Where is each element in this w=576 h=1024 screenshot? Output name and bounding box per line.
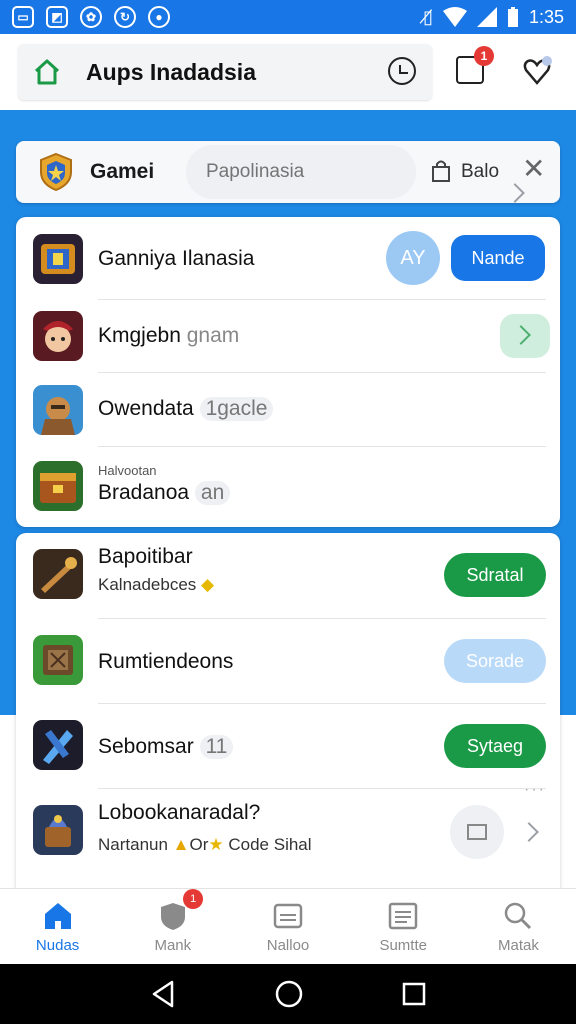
list-item-desc: Nartanun ▲Or★ Code Sihal [98,835,312,854]
warning-icon: ▲ [172,835,190,854]
favorite-icon[interactable] [522,56,552,86]
install-button[interactable]: Sdratal [444,553,546,597]
search-input[interactable] [186,145,416,199]
list-item-title: Bradanoa an [98,481,231,505]
signal-icon [476,7,497,27]
search-icon [505,902,532,930]
avatar[interactable]: AY [386,231,440,285]
list-item-desc: Kalnadebces ◆ [98,575,215,594]
recents-icon[interactable] [402,982,426,1006]
vibrate-icon: ▯̸ [423,6,433,27]
star-icon: ◆ [201,575,215,594]
download-button[interactable] [450,805,504,859]
battery-icon [507,7,518,27]
app-list-card: Bapoitibar Kalnadebces ◆ Sdratal Rumtien… [16,533,560,893]
game-app-icon [33,805,83,855]
app-bar: Aups Inadadsia [0,34,576,110]
nav-item-mank[interactable]: 1 Mank [115,889,230,964]
system-nav-bar [0,964,576,1024]
card-icon [273,903,303,929]
download-icon [467,824,487,840]
nav-label: Nalloo [266,937,310,954]
game-shield-icon [40,152,72,192]
list-item[interactable]: Lobookanaradal? Nartanun ▲Or★ Code Sihal [16,789,560,873]
game-app-icon [33,385,83,435]
bag-icon[interactable] [430,159,452,183]
list-item[interactable]: Kmgjebn gnam [16,300,560,372]
bag-label[interactable]: Balo [461,161,499,183]
notification-button[interactable]: 1 [456,46,494,84]
game-app-icon [33,549,83,599]
list-item[interactable]: Ganniya Ilanasia AY Nande [16,217,560,299]
nav-label: Matak [497,937,539,954]
chevron-right-icon[interactable] [519,822,539,842]
list-item-title: Owendata 1gacle [98,397,274,421]
star-icon: ★ [208,835,224,854]
back-icon[interactable] [150,980,176,1008]
list-item-title: Rumtiendeons [98,650,234,673]
title-box: Aups Inadadsia [18,44,432,100]
install-button-disabled[interactable]: Sorade [444,639,546,683]
nav-item-matak[interactable]: Matak [461,889,576,964]
nav-label: Mank [154,937,192,954]
category-label: Gamei [90,160,155,183]
list-item[interactable]: Owendata 1gacle [16,183,560,447]
list-item[interactable]: Halvootan Bradanoa an [16,447,560,527]
home-circle-icon[interactable] [275,980,303,1008]
game-app-icon [33,234,83,284]
nav-item-sumtte[interactable]: Sumtte [346,889,461,964]
home-icon[interactable] [32,57,62,87]
game-app-icon [33,635,83,685]
list-item-title: Sebomsar 11 [98,735,234,759]
wifi-icon [442,7,467,27]
list-item[interactable]: Sebomsar 11 Sytaeg [16,704,560,788]
app-title: Aups Inadadsia [86,58,256,85]
nav-label: Nudas [35,937,80,954]
chat-icon: ● [148,6,170,28]
nav-item-home[interactable]: Nudas [0,889,115,964]
nav-label: Sumtte [379,937,427,954]
list-item-title: Bapoitibar [98,545,193,568]
list-icon [388,902,418,930]
status-time: 1:35 [528,6,564,27]
search-card: Gamei Balo ✕ [16,141,560,203]
list-item[interactable]: Rumtiendeons Sorade [16,619,560,703]
game-app-icon [33,720,83,770]
status-bar: ▭ ◩ ✿ ↻ ● ▯̸ 1:35 [0,0,576,34]
close-icon[interactable]: ✕ [522,155,545,183]
list-item-title: Kmgjebn gnam [98,324,240,347]
shield-icon [160,903,185,930]
vpn-icon: ✿ [80,6,102,28]
bottom-nav: Nudas 1 Mank Nalloo Sumtte Matak [0,888,576,964]
list-item-caption: Halvootan [98,463,157,478]
list-item[interactable]: Bapoitibar Kalnadebces ◆ Sdratal [16,533,560,617]
photo-icon: ◩ [46,6,68,28]
expand-button[interactable] [500,314,550,358]
nav-badge: 1 [183,889,204,909]
game-app-icon [33,461,83,511]
screen-icon: ▭ [12,6,34,28]
list-item-title: Ganniya Ilanasia [98,247,255,270]
install-button[interactable]: Sytaeg [444,724,546,768]
history-icon[interactable] [388,57,416,85]
notification-badge: 1 [474,46,494,66]
featured-list-card: Ganniya Ilanasia AY Nande Kmgjebn gnam O… [16,183,560,527]
sync-icon: ↻ [114,6,136,28]
nav-item-nalloo[interactable]: Nalloo [230,889,345,964]
list-item-title: Lobookanaradal? [98,801,261,824]
game-app-icon [33,311,83,361]
chevron-right-icon [511,325,531,345]
name-button[interactable]: Nande [451,235,545,281]
home-icon [44,903,71,929]
